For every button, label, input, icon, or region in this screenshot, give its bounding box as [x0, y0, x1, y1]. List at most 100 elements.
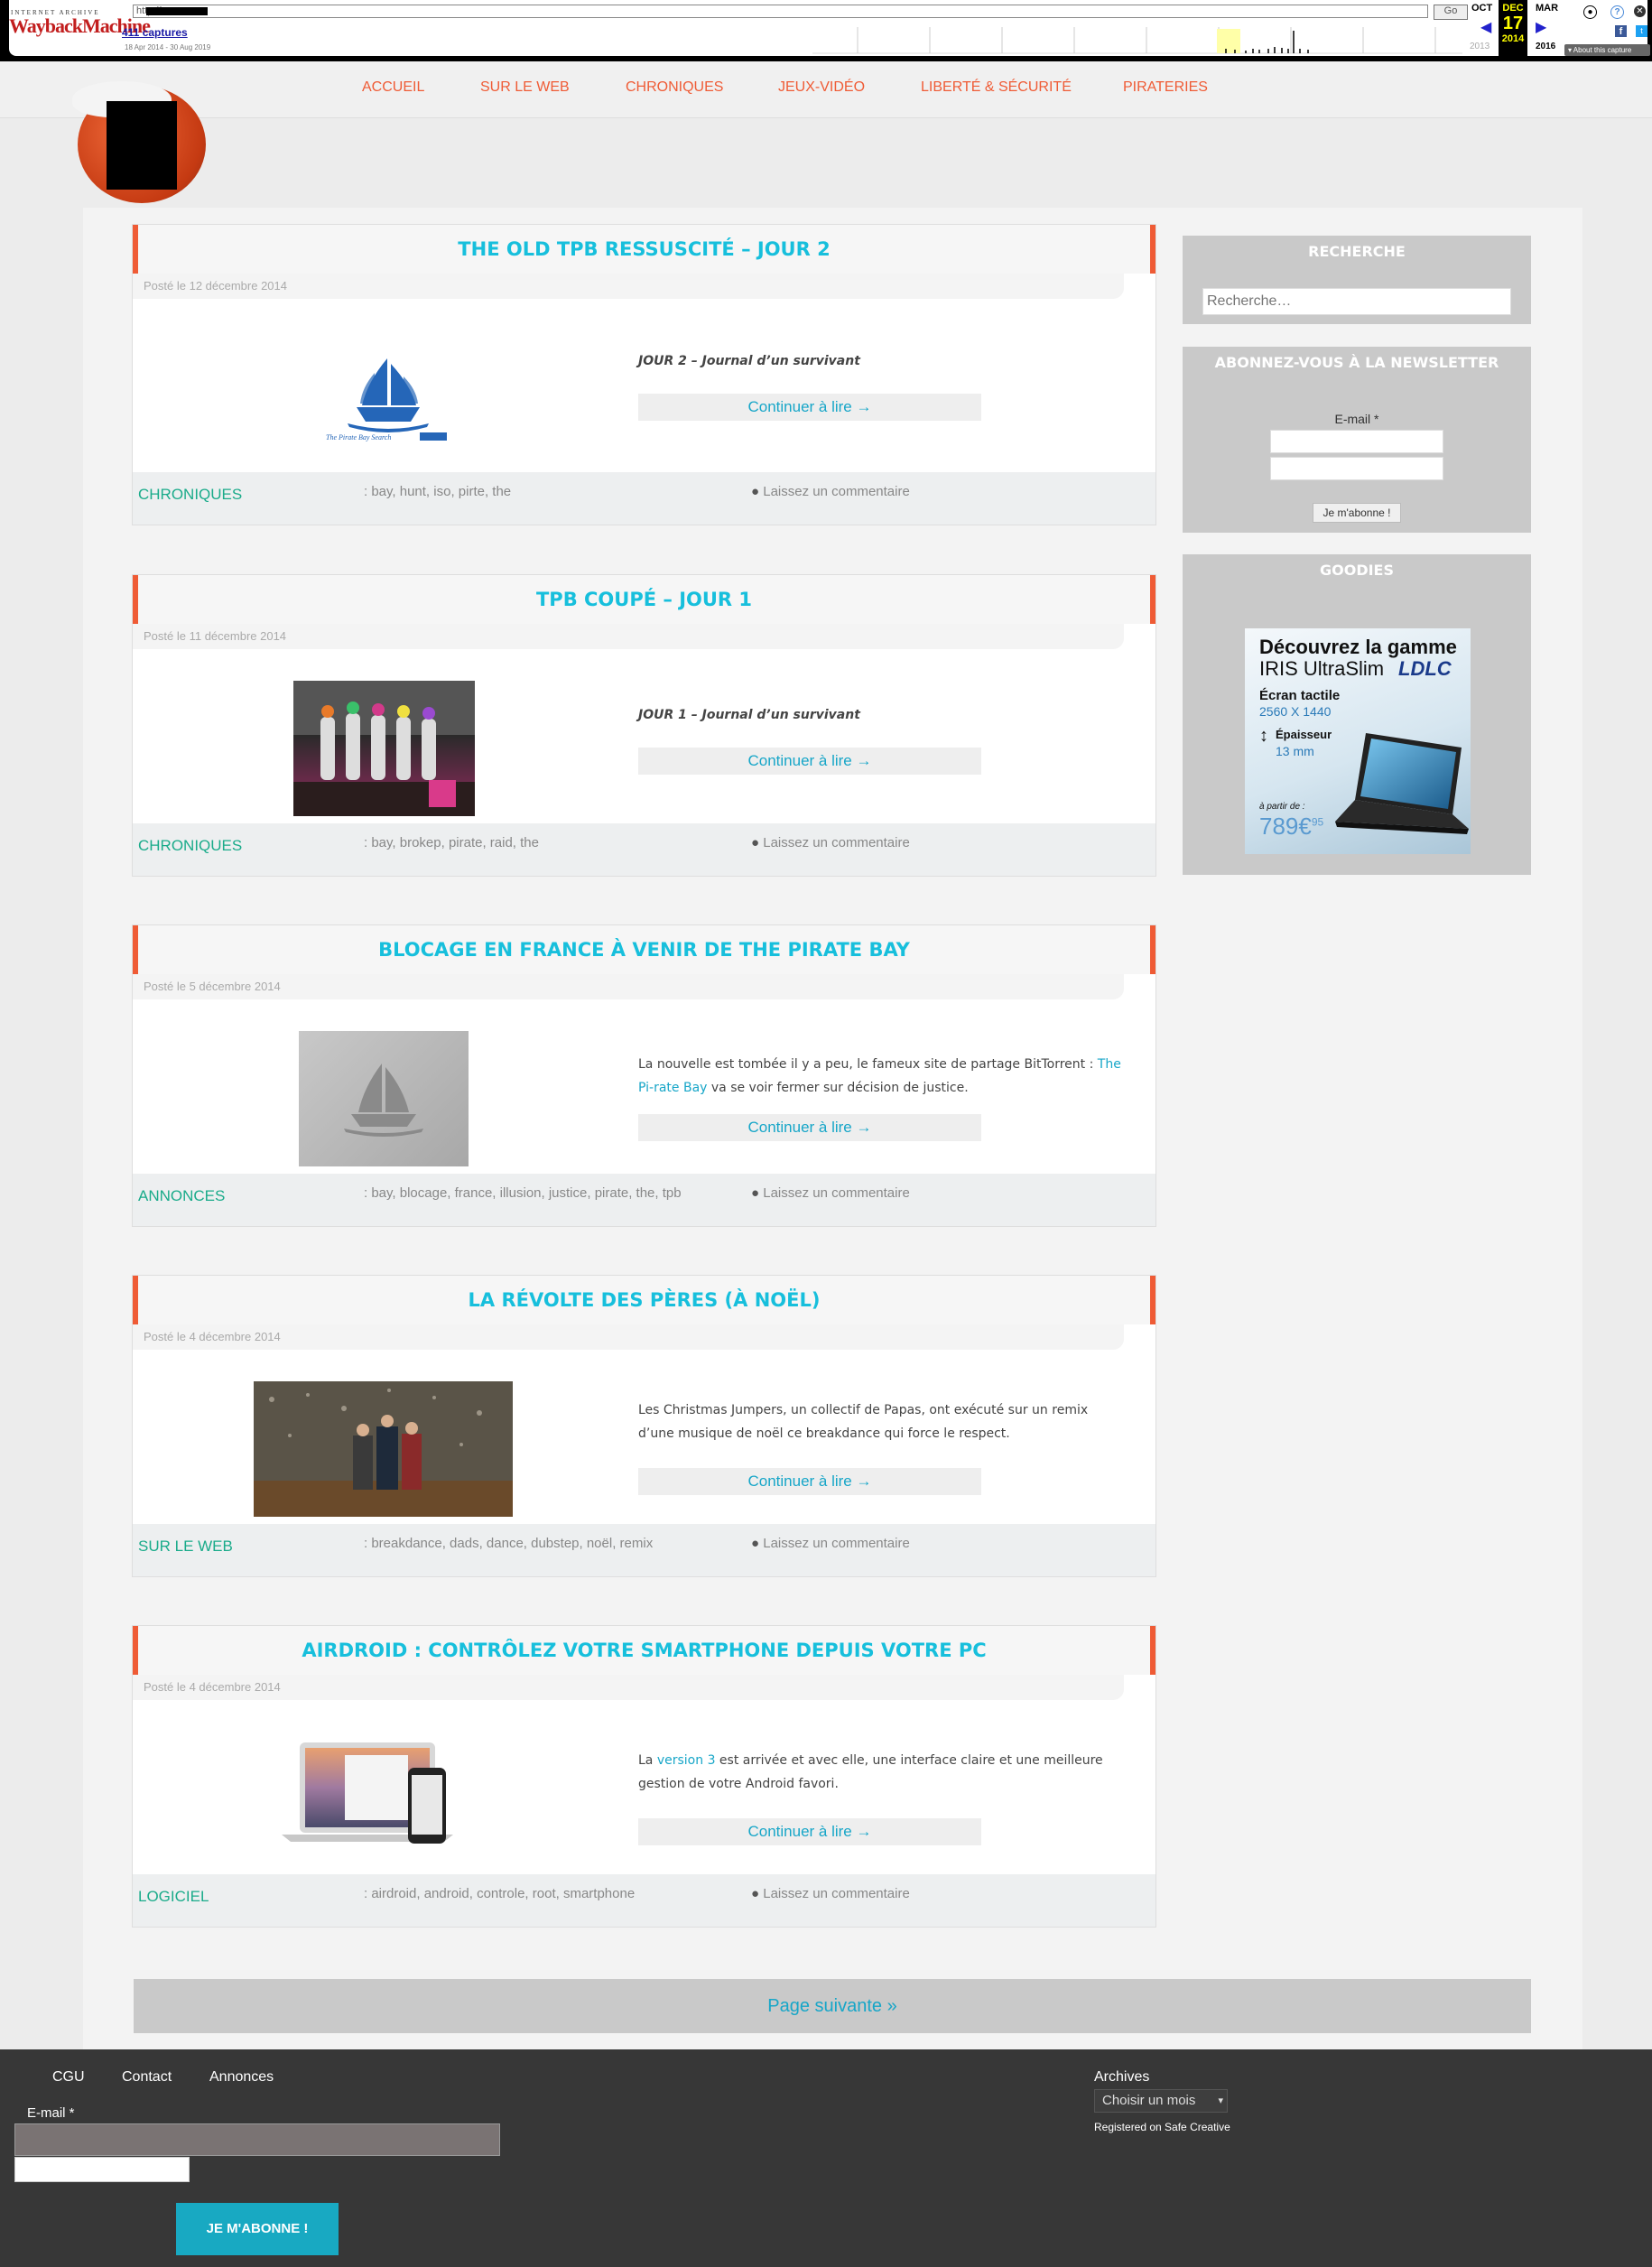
footer-extra-input[interactable] — [14, 2157, 190, 2182]
newsletter-widget: ABONNEZ-VOUS À LA NEWSLETTER E-mail * Je… — [1183, 347, 1531, 533]
wayback-next-year[interactable]: 2016 — [1536, 42, 1555, 51]
post-comment-link[interactable]: ● Laissez un commentaire — [751, 1185, 910, 1201]
post-date: Posté le 12 décembre 2014 — [133, 274, 1124, 299]
post-excerpt: La nouvelle est tombée il y a peu, le fa… — [638, 1053, 1126, 1100]
read-more-button[interactable]: Continuer à lire → — [638, 1114, 981, 1141]
wayback-date-range: 18 Apr 2014 - 30 Aug 2019 — [125, 43, 211, 51]
post-tags[interactable]: : breakdance, dads, dance, dubstep, noël… — [364, 1536, 653, 1551]
post-comment-link[interactable]: ● Laissez un commentaire — [751, 835, 910, 850]
post-title[interactable]: BLOCAGE EN FRANCE À VENIR DE THE PIRATE … — [133, 925, 1155, 974]
post-tags[interactable]: : bay, hunt, iso, pirte, the — [364, 484, 511, 499]
next-page-link[interactable]: Page suivante » — [134, 1979, 1531, 2033]
ad-resolution: 2560 X 1440 — [1259, 704, 1332, 719]
twitter-icon[interactable]: t — [1636, 25, 1647, 37]
post-date: Posté le 4 décembre 2014 — [133, 1675, 1124, 1700]
post-excerpt: Les Christmas Jumpers, un collectif de P… — [638, 1403, 1089, 1441]
read-more-button[interactable]: Continuer à lire → — [638, 1468, 981, 1495]
post-comment-label: Laissez un commentaire — [763, 484, 910, 499]
post-tags[interactable]: : bay, brokep, pirate, raid, the — [364, 835, 539, 850]
newsletter-extra-field[interactable] — [1270, 457, 1443, 480]
post-excerpt: JOUR 2 – Journal d’un survivant — [638, 354, 860, 368]
read-more-button[interactable]: Continuer à lire → — [638, 748, 981, 775]
ad-price-main: 789€ — [1259, 813, 1312, 840]
safe-creative-link[interactable]: Registered on Safe Creative — [1094, 2121, 1230, 2133]
next-capture-arrow-icon[interactable]: ▶ — [1536, 18, 1546, 36]
stage-photo[interactable] — [254, 1381, 513, 1517]
post-card: THE OLD TPB RESSUSCITÉ – JOUR 2 Posté le… — [132, 224, 1156, 525]
footer-subscribe-button[interactable]: JE M'ABONNE ! — [176, 2203, 339, 2255]
post-card: TPB COUPÉ – JOUR 1 Posté le 11 décembre … — [132, 574, 1156, 877]
nav-item-pirateries[interactable]: PIRATERIES — [1123, 79, 1208, 96]
nav-item-jeux-video[interactable]: JEUX-VIDÉO — [778, 79, 865, 96]
post-footer: CHRONIQUES : bay, hunt, iso, pirte, the … — [133, 472, 1155, 525]
wayback-go-button[interactable]: Go — [1434, 5, 1468, 20]
pirate-ship-grey[interactable] — [299, 1031, 469, 1166]
wayback-current-day: 17 — [1502, 14, 1524, 33]
prev-capture-arrow-icon[interactable]: ◀ — [1480, 18, 1491, 36]
post-excerpt: JOUR 1 – Journal d’un survivant — [638, 708, 860, 722]
thickness-arrow-icon: ↕ — [1259, 726, 1268, 746]
comment-icon: ● — [751, 1536, 764, 1551]
newsletter-subscribe-button[interactable]: Je m'abonne ! — [1313, 503, 1401, 523]
user-icon[interactable]: ● — [1583, 5, 1597, 19]
post-title[interactable]: THE OLD TPB RESSUSCITÉ – JOUR 2 — [133, 225, 1155, 274]
cosplay-photo[interactable] — [293, 681, 475, 816]
footer-email-input[interactable] — [14, 2123, 500, 2156]
close-icon[interactable]: ✕ — [1634, 5, 1646, 17]
wayback-about-capture[interactable]: ▾ About this capture — [1564, 44, 1650, 56]
nav-item-chroniques[interactable]: CHRONIQUES — [626, 79, 723, 96]
post-tags[interactable]: : bay, blocage, france, illusion, justic… — [364, 1185, 682, 1201]
wayback-captures-link[interactable]: 411 captures — [122, 26, 188, 39]
search-input[interactable] — [1202, 288, 1511, 315]
post-title[interactable]: AIRDROID : CONTRÔLEZ VOTRE SMARTPHONE DE… — [133, 1626, 1155, 1675]
archives-select[interactable]: Choisir un mois ▾ — [1094, 2089, 1228, 2113]
post-footer: ANNONCES : bay, blocage, france, illusio… — [133, 1174, 1155, 1226]
post-tags[interactable]: : airdroid, android, controle, root, sma… — [364, 1886, 635, 1901]
post-date: Posté le 4 décembre 2014 — [133, 1324, 1124, 1350]
post-excerpt-text: La — [638, 1753, 657, 1768]
ldlc-ad-banner[interactable]: Découvrez la gamme IRIS UltraSlim LDLC É… — [1245, 628, 1471, 854]
post-category[interactable]: CHRONIQUES — [138, 837, 242, 855]
post-category[interactable]: ANNONCES — [138, 1187, 225, 1205]
newsletter-widget-title: ABONNEZ-VOUS À LA NEWSLETTER — [1214, 354, 1499, 371]
ad-headline: Découvrez la gamme — [1259, 636, 1457, 658]
post-comment-link[interactable]: ● Laissez un commentaire — [751, 1886, 910, 1901]
post-date: Posté le 5 décembre 2014 — [133, 974, 1124, 999]
help-icon[interactable]: ? — [1610, 5, 1624, 19]
post-date: Posté le 11 décembre 2014 — [133, 624, 1124, 649]
wayback-capture-sparkline[interactable] — [812, 27, 1462, 54]
post-category[interactable]: SUR LE WEB — [138, 1538, 233, 1556]
ldlc-logo: LDLC — [1398, 657, 1452, 680]
goodies-widget: GOODIES Découvrez la gamme IRIS UltraSli… — [1183, 554, 1531, 875]
pirate-bay-logo[interactable]: The Pirate Bay Search — [320, 351, 456, 446]
comment-icon: ● — [751, 835, 764, 850]
footer-link-cgu[interactable]: CGU — [52, 2069, 85, 2086]
post-title[interactable]: TPB COUPÉ – JOUR 1 — [133, 575, 1155, 624]
laptop-phone[interactable] — [273, 1732, 494, 1867]
nav-item-sur-le-web[interactable]: SUR LE WEB — [480, 79, 570, 96]
newsletter-email-field[interactable] — [1270, 430, 1443, 453]
nav-item-liberte-securite[interactable]: LIBERTÉ & SÉCURITÉ — [921, 79, 1072, 96]
post-comment-label: Laissez un commentaire — [763, 1185, 910, 1201]
ad-price-prefix: à partir de : — [1259, 802, 1305, 812]
read-more-button[interactable]: Continuer à lire → — [638, 1818, 981, 1845]
footer-link-contact[interactable]: Contact — [122, 2069, 172, 2086]
post-excerpt-text: va se voir fermer sur décision de justic… — [707, 1081, 969, 1095]
wayback-url-input[interactable]: http:// — [133, 5, 1428, 18]
wayback-prev-month[interactable]: OCT — [1471, 3, 1492, 14]
wayback-about-label: About this capture — [1573, 46, 1632, 54]
post-category[interactable]: CHRONIQUES — [138, 486, 242, 504]
comment-icon: ● — [751, 1185, 764, 1201]
footer-link-annonces[interactable]: Annonces — [209, 2069, 274, 2086]
version-3-link[interactable]: version 3 — [657, 1753, 716, 1768]
post-comment-link[interactable]: ● Laissez un commentaire — [751, 484, 910, 499]
facebook-icon[interactable]: f — [1615, 25, 1627, 37]
post-title[interactable]: LA RÉVOLTE DES PÈRES (À NOËL) — [133, 1276, 1155, 1324]
wayback-prev-year[interactable]: 2013 — [1470, 42, 1490, 51]
post-category[interactable]: LOGICIEL — [138, 1888, 209, 1906]
nav-item-accueil[interactable]: ACCUEIL — [362, 79, 424, 96]
comment-icon: ● — [751, 484, 764, 499]
read-more-button[interactable]: Continuer à lire → — [638, 394, 981, 421]
post-comment-link[interactable]: ● Laissez un commentaire — [751, 1536, 910, 1551]
wayback-next-month[interactable]: MAR — [1536, 3, 1558, 14]
